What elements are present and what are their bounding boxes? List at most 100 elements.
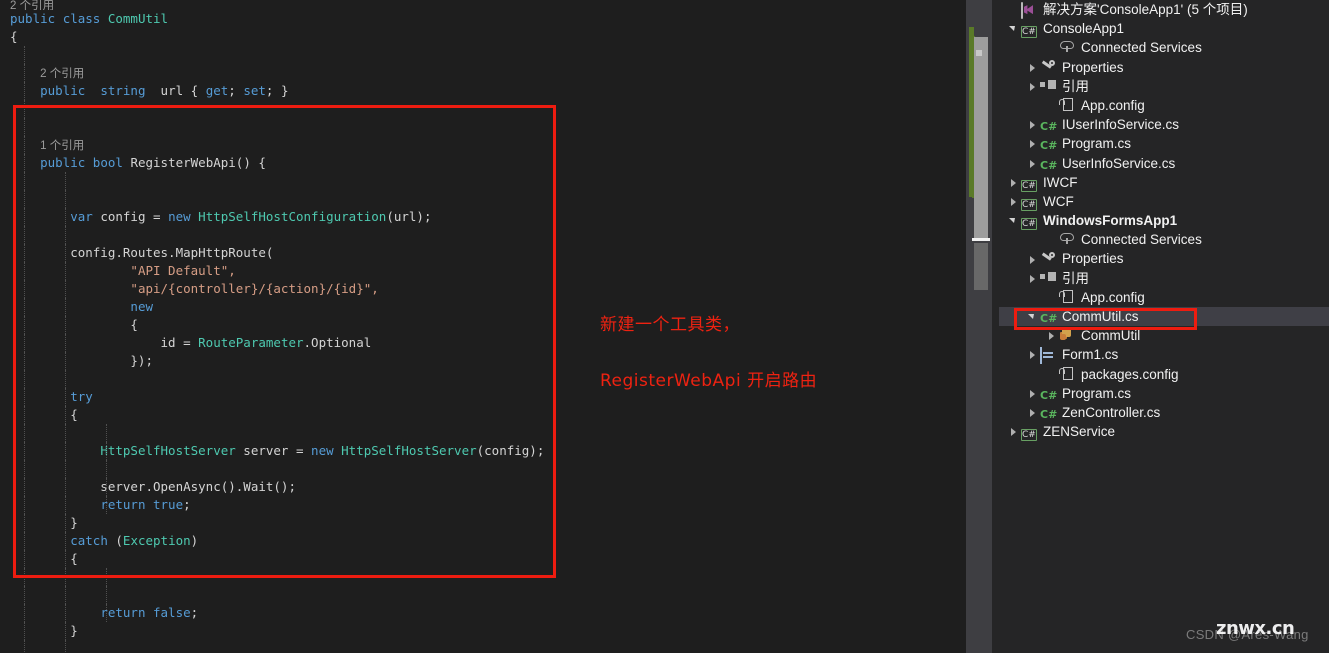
indent-guide [65,280,66,298]
solution-explorer-panel[interactable]: 解决方案'ConsoleApp1' (5 个项目) C# ConsoleApp1 Co… [999,0,1329,653]
solution-tree[interactable]: 解决方案'ConsoleApp1' (5 个项目) C# ConsoleApp1 Co… [999,0,1329,442]
code-text[interactable]: 2 个引用 public class CommUtil{ 2 个引用 public… [0,0,966,653]
indent-guide [24,406,25,424]
chevron-right-icon[interactable] [1027,250,1040,269]
chevron-right-icon[interactable] [1027,345,1040,364]
tree-item-label: 解决方案'ConsoleApp1' (5 个项目) [1043,2,1248,17]
tree-item-iuserinfoservice.cs[interactable]: C# IUserInfoService.cs [999,115,1329,134]
csharp-project-icon: C# [1021,429,1037,442]
indent-guide [24,172,25,190]
indent-guide [106,460,107,478]
indent-guide [65,514,66,532]
tree-item-label: Program.cs [1062,385,1132,401]
code-token: var [70,209,93,224]
tree-item-packages.config[interactable]: packages.config [999,365,1329,384]
indent-guide [24,622,25,640]
chevron-down-icon[interactable] [1008,19,1021,38]
tree-item-iwcf[interactable]: C# IWCF [999,173,1329,192]
code-line [0,370,966,388]
code-line: } [0,514,966,532]
code-editor-pane[interactable]: 2 个引用 public class CommUtil{ 2 个引用 public… [0,0,966,653]
references-icon [1040,78,1057,95]
indent-guide [106,604,107,622]
chevron-right-icon[interactable] [1027,403,1040,422]
indent-guide [65,298,66,316]
tree-item-commutil[interactable]: CommUtil [999,326,1329,345]
csharp-project-icon: C# [1021,423,1038,442]
chevron-right-icon[interactable] [1027,134,1040,153]
indent-guide [65,352,66,370]
indent-guide [24,298,25,316]
tree-item-properties[interactable]: Properties [999,249,1329,268]
indent-guide [65,424,66,442]
csharp-file-icon: C# [1040,135,1057,152]
code-token: class [62,11,101,26]
tree-item-program.cs[interactable]: C# Program.cs [999,134,1329,153]
tree-item-userinfoservice.cs[interactable]: C# UserInfoService.cs [999,154,1329,173]
code-token: string [100,83,146,98]
indent-guide [65,640,66,653]
chevron-right-icon[interactable] [1046,326,1059,345]
tree-item-wcf[interactable]: C# WCF [999,192,1329,211]
tree-item-form1.cs[interactable]: Form1.cs [999,345,1329,365]
chevron-right-icon[interactable] [1027,77,1040,96]
tree-item-connected-services[interactable]: Connected Services [999,38,1329,57]
tree-item-app.config[interactable]: App.config [999,96,1329,115]
tree-item-zenservice[interactable]: C# ZENService [999,422,1329,442]
tree-item-windowsformsapp1[interactable]: C# WindowsFormsApp1 [999,211,1329,231]
tree-item-properties[interactable]: Properties [999,58,1329,77]
tree-item-label: WindowsFormsApp1 [1043,213,1178,229]
tree-item-consoleapp1[interactable]: C# ConsoleApp1 [999,19,1329,39]
editor-vertical-scrollbar[interactable] [966,0,992,653]
indent-guide [106,568,107,586]
code-token: new [311,443,334,458]
tree-item-label: IWCF [1043,174,1078,190]
indent-guide [24,640,25,653]
indent-guide [65,226,66,244]
indent-guide [24,262,25,280]
tree-item-connected-services[interactable]: Connected Services [999,230,1329,249]
chevron-right-icon[interactable] [1008,192,1021,211]
code-token: "api/{controller}/{action}/{id}", [130,281,379,296]
chevron-down-icon[interactable] [1008,211,1021,230]
tree-item-label: CommUtil.cs [1062,309,1139,324]
code-line: }); [0,352,966,370]
indent-guide [65,244,66,262]
code-line: config.Routes.MapHttpRoute( [0,244,966,262]
chevron-right-icon[interactable] [1027,269,1040,288]
tree-item-引用[interactable]: 引用 [999,269,1329,288]
chevron-down-icon[interactable] [1027,307,1040,326]
chevron-right-icon[interactable] [1027,384,1040,403]
chevron-right-icon[interactable] [1027,115,1040,134]
tree-item-app.config[interactable]: App.config [999,288,1329,307]
code-token: { [10,317,138,332]
solution-icon [1021,1,1038,20]
csharp-project-icon: C# [1021,198,1037,211]
code-line: { [0,550,966,568]
code-token: try [70,389,93,404]
scrollbar-thumb-secondary[interactable] [974,243,988,290]
chevron-right-icon[interactable] [1027,58,1040,77]
pane-splitter[interactable] [992,0,999,653]
chevron-right-icon[interactable] [1008,173,1021,192]
tree-item-zencontroller.cs[interactable]: C# ZenController.cs [999,403,1329,422]
chevron-right-icon[interactable] [1027,154,1040,173]
indent-guide [24,136,25,154]
tree-item-引用[interactable]: 引用 [999,77,1329,96]
tree-item-解决方案-consoleapp1-5-个项目-[interactable]: 解决方案'ConsoleApp1' (5 个项目) [999,0,1329,20]
chevron-right-icon[interactable] [1008,422,1021,441]
code-token: server.OpenAsync().Wait(); [10,479,296,494]
tree-item-program.cs[interactable]: C# Program.cs [999,384,1329,403]
code-token: 2 个引用 [10,0,55,10]
csharp-project-icon: C# [1021,20,1038,39]
scrollbar-thumb[interactable] [974,37,988,239]
csharp-file-icon: C# [1040,308,1057,325]
tree-item-commutil.cs[interactable]: C# CommUtil.cs [999,307,1329,327]
